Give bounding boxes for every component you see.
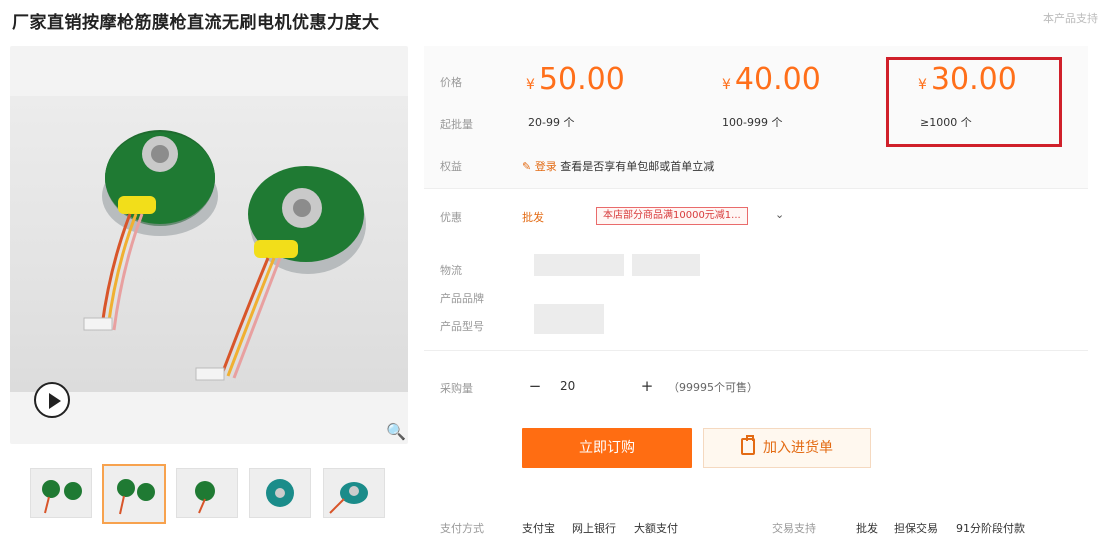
clipboard-icon bbox=[741, 435, 755, 455]
price-label: 价格 bbox=[440, 76, 462, 89]
buy-now-button[interactable]: 立即订购 bbox=[522, 428, 692, 468]
quantity-stepper: − + bbox=[522, 372, 660, 400]
coupon-tag[interactable]: 本店部分商品满10000元减1... bbox=[596, 207, 748, 225]
promo-label: 优惠 bbox=[440, 211, 462, 224]
trade-label: 交易支持 bbox=[772, 522, 816, 535]
shipping-label: 物流 bbox=[440, 264, 462, 277]
thumbnail-1[interactable] bbox=[30, 468, 92, 518]
payment-label: 支付方式 bbox=[440, 522, 484, 535]
price-tier-2: ¥40.00 bbox=[722, 62, 821, 97]
product-main-image[interactable] bbox=[10, 96, 408, 392]
trade-option: 91分阶段付款 bbox=[956, 522, 1025, 535]
tier-range: 20-99 个 bbox=[528, 116, 575, 129]
stock-text: （99995个可售） bbox=[668, 381, 758, 394]
wholesale-tag: 批发 bbox=[522, 211, 544, 224]
payment-method: 网上银行 bbox=[572, 522, 616, 535]
rights-desc: 查看是否享有单包邮或首单立减 bbox=[560, 160, 715, 173]
thumbnail-4[interactable] bbox=[249, 468, 311, 518]
payment-method: 大额支付 bbox=[634, 522, 678, 535]
report-link[interactable]: 本产品支持 bbox=[1043, 10, 1098, 26]
chevron-down-icon[interactable]: ⌄ bbox=[775, 208, 784, 221]
user-icon: ✎ bbox=[522, 160, 532, 173]
divider bbox=[424, 350, 1088, 351]
payment-method: 支付宝 bbox=[522, 522, 555, 535]
price-tier-1: ¥50.00 bbox=[526, 62, 625, 97]
thumbnail-5[interactable] bbox=[323, 468, 385, 518]
login-link[interactable]: 登录 bbox=[535, 160, 557, 173]
price-highlight-box bbox=[886, 57, 1062, 147]
play-video-button[interactable] bbox=[34, 382, 70, 418]
product-gallery: 🔍 bbox=[10, 46, 408, 444]
rights-row: ✎ 登录 查看是否享有单包邮或首单立减 bbox=[522, 158, 714, 174]
tier-range: 100-999 个 bbox=[722, 116, 783, 129]
rights-label: 权益 bbox=[440, 160, 462, 173]
currency-symbol: ¥ bbox=[722, 77, 731, 93]
redacted-shipping bbox=[534, 254, 624, 276]
currency-symbol: ¥ bbox=[526, 77, 535, 93]
qty-label: 采购量 bbox=[440, 382, 473, 395]
price-value: 50.00 bbox=[538, 62, 625, 97]
redacted-shipping-2 bbox=[632, 254, 700, 276]
thumbnail-strip bbox=[30, 464, 390, 524]
thumbnail-3[interactable] bbox=[176, 468, 238, 518]
decrement-button[interactable]: − bbox=[522, 372, 548, 400]
quantity-input[interactable] bbox=[550, 372, 632, 400]
trade-option: 担保交易 bbox=[894, 522, 938, 535]
divider bbox=[424, 188, 1088, 189]
thumbnail-2[interactable] bbox=[102, 464, 166, 524]
zoom-icon[interactable]: 🔍 bbox=[386, 422, 406, 442]
trade-option: 批发 bbox=[856, 522, 878, 535]
product-title: 厂家直销按摩枪筋膜枪直流无刷电机优惠力度大 bbox=[12, 13, 380, 33]
add-to-cart-button[interactable]: 加入进货单 bbox=[703, 428, 871, 468]
price-value: 40.00 bbox=[734, 62, 821, 97]
cart-button-label: 加入进货单 bbox=[763, 440, 833, 456]
brand-label: 产品品牌 bbox=[440, 292, 484, 305]
redacted-model bbox=[534, 304, 604, 334]
model-label: 产品型号 bbox=[440, 320, 484, 333]
moq-label: 起批量 bbox=[440, 118, 473, 131]
increment-button[interactable]: + bbox=[634, 372, 660, 400]
